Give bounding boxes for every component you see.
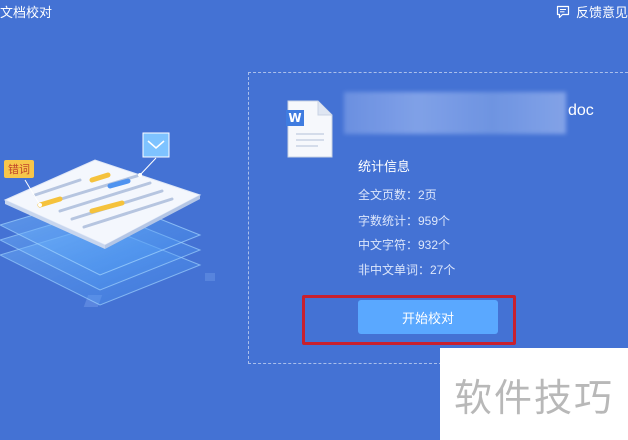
feedback-label: 反馈意见 xyxy=(575,5,628,20)
stats-heading: 统计信息 xyxy=(358,159,411,174)
watermark: 软件技巧 xyxy=(440,348,628,440)
feedback-icon xyxy=(556,5,570,19)
file-extension: doc xyxy=(568,102,594,119)
svg-text:W: W xyxy=(288,111,301,125)
window-title: 文档校对 xyxy=(0,5,53,20)
stat-word-count: 字数统计：959个 xyxy=(358,214,451,228)
stat-page-count: 全文页数：2页 xyxy=(358,188,437,202)
annotation-highlight-box xyxy=(302,295,516,345)
stat-chinese-chars: 中文字符：932个 xyxy=(358,238,451,252)
file-name-redacted xyxy=(344,92,566,134)
mail-icon xyxy=(142,132,170,158)
stat-non-chinese-words: 非中文单词：27个 xyxy=(358,263,456,277)
feedback-button[interactable]: 反馈意见 xyxy=(556,2,628,21)
word-file-icon: W xyxy=(286,100,333,158)
document-stack-illustration: 错词 xyxy=(0,132,215,307)
error-word-tag-label: 错词 xyxy=(8,162,30,176)
